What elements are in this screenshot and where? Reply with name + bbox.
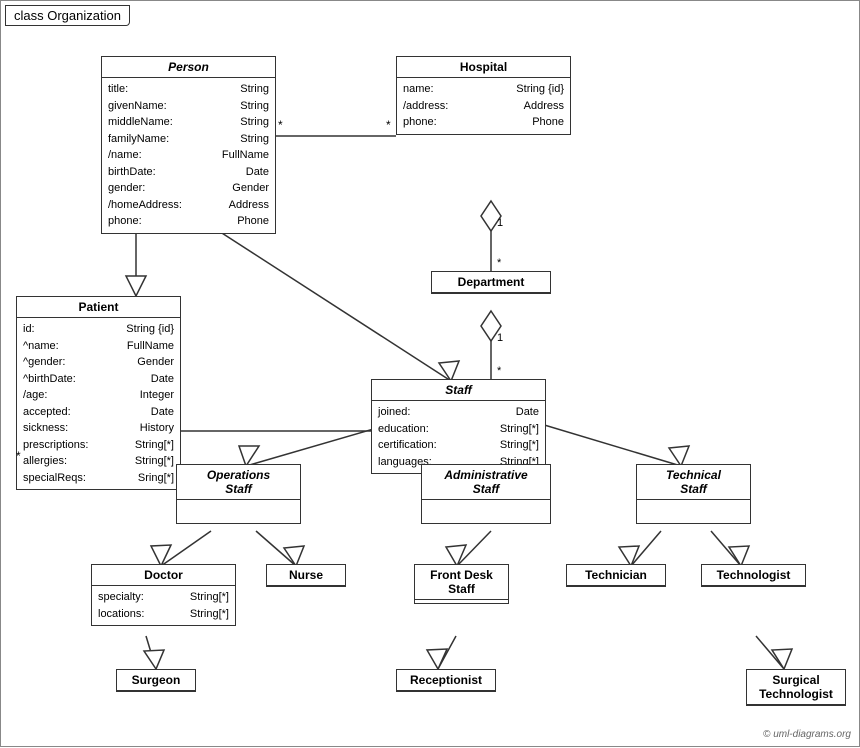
class-technologist-name: Technologist — [702, 565, 805, 586]
svg-text:*: * — [497, 365, 502, 377]
svg-text:*: * — [278, 118, 283, 132]
class-person-attrs: title:String givenName:String middleName… — [102, 78, 275, 233]
class-technician: Technician — [566, 564, 666, 587]
class-receptionist: Receptionist — [396, 669, 496, 692]
class-surgeon-name: Surgeon — [117, 670, 195, 691]
class-front-desk-staff-name: Front DeskStaff — [415, 565, 508, 600]
class-doctor-attrs: specialty:String[*] locations:String[*] — [92, 586, 235, 625]
svg-text:*: * — [386, 118, 391, 132]
class-technical-staff-name: TechnicalStaff — [637, 465, 750, 500]
multiplicity-patient-star: * — [16, 449, 21, 463]
class-surgeon: Surgeon — [116, 669, 196, 692]
class-staff: Staff joined:Date education:String[*] ce… — [371, 379, 546, 474]
class-hospital-name: Hospital — [397, 57, 570, 78]
class-operations-staff: OperationsStaff — [176, 464, 301, 524]
class-technical-staff: TechnicalStaff — [636, 464, 751, 524]
diagram-container: class Organization * * 1 * 1 * * * — [0, 0, 860, 747]
class-department-name: Department — [432, 272, 550, 293]
svg-text:*: * — [497, 257, 502, 269]
class-operations-staff-name: OperationsStaff — [177, 465, 300, 500]
class-technologist: Technologist — [701, 564, 806, 587]
class-doctor-name: Doctor — [92, 565, 235, 586]
class-doctor: Doctor specialty:String[*] locations:Str… — [91, 564, 236, 626]
class-surgical-technologist-name: SurgicalTechnologist — [747, 670, 845, 705]
class-nurse-name: Nurse — [267, 565, 345, 586]
class-patient: Patient id:String {id} ^name:FullName ^g… — [16, 296, 181, 490]
svg-text:1: 1 — [497, 217, 503, 229]
class-administrative-staff-name: AdministrativeStaff — [422, 465, 550, 500]
class-staff-attrs: joined:Date education:String[*] certific… — [372, 401, 545, 473]
diagram-title: class Organization — [5, 5, 130, 26]
class-department: Department — [431, 271, 551, 294]
copyright: © uml-diagrams.org — [763, 729, 851, 740]
class-receptionist-name: Receptionist — [397, 670, 495, 691]
class-hospital-attrs: name:String {id} /address:Address phone:… — [397, 78, 570, 134]
class-patient-name: Patient — [17, 297, 180, 318]
class-staff-name: Staff — [372, 380, 545, 401]
svg-text:1: 1 — [497, 332, 503, 344]
class-administrative-staff: AdministrativeStaff — [421, 464, 551, 524]
class-surgical-technologist: SurgicalTechnologist — [746, 669, 846, 706]
class-person-name: Person — [102, 57, 275, 78]
class-hospital: Hospital name:String {id} /address:Addre… — [396, 56, 571, 135]
class-person: Person title:String givenName:String mid… — [101, 56, 276, 234]
class-patient-attrs: id:String {id} ^name:FullName ^gender:Ge… — [17, 318, 180, 489]
class-front-desk-staff: Front DeskStaff — [414, 564, 509, 604]
class-technician-name: Technician — [567, 565, 665, 586]
class-nurse: Nurse — [266, 564, 346, 587]
